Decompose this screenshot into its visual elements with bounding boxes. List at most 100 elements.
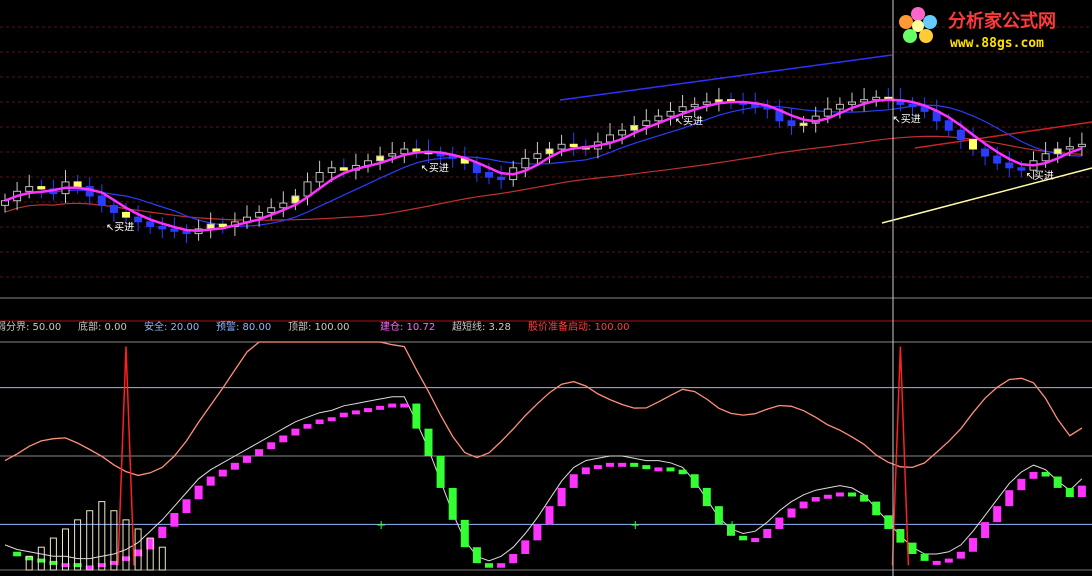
watermark-url: www.88gs.com (950, 36, 1044, 51)
oscillator-block (182, 499, 191, 513)
candle-body (799, 122, 808, 127)
oscillator-block (1053, 476, 1062, 488)
candle (448, 146, 457, 168)
candle-body (666, 110, 675, 117)
oscillator-block (315, 419, 324, 425)
candle-body (654, 115, 663, 122)
legend-item: 底部: 0.00 (78, 320, 127, 333)
buy-signal-label: ↖买进 (1026, 170, 1054, 182)
ma-long-line (4, 135, 1082, 221)
oscillator-block (497, 563, 506, 568)
oscillator-block (884, 515, 893, 529)
candle-body (327, 167, 336, 174)
candle-body (533, 153, 542, 159)
candle-body (787, 120, 796, 127)
candle (775, 99, 784, 128)
panel-separator (0, 297, 1092, 322)
volume-bar (86, 510, 94, 571)
candle (642, 109, 651, 135)
candle (472, 156, 481, 182)
candle-body (412, 148, 421, 152)
oscillator-block (751, 538, 760, 543)
watermark-title: 分析家公式网 (948, 10, 1056, 32)
oscillator-block (642, 465, 651, 470)
oscillator-block (739, 535, 748, 541)
oscillator-block (158, 526, 167, 539)
candle-body (497, 176, 506, 181)
oscillator-block (1029, 471, 1038, 479)
buy-signal-label: ↖买进 (106, 221, 134, 233)
candle-body (642, 120, 651, 127)
candle-body (255, 211, 264, 218)
legend-item: 建仓: 10.72 (380, 320, 435, 333)
candle-body (1053, 148, 1062, 155)
volume-bar (158, 546, 166, 571)
oscillator-block (1041, 471, 1050, 477)
oscillator-block (388, 403, 397, 408)
oscillator-block (690, 474, 699, 488)
candle-body (73, 181, 82, 188)
oscillator-block (993, 506, 1002, 523)
candle-body (1, 200, 9, 206)
trend-lines (559, 54, 1092, 224)
oscillator-block (412, 403, 421, 429)
oscillator-block (848, 492, 856, 497)
oscillator-block (1005, 490, 1014, 507)
candle (158, 217, 167, 239)
candle-body (981, 148, 990, 157)
oscillator-block (581, 467, 590, 475)
oscillator-block (279, 435, 288, 443)
green-marker: + (376, 518, 386, 532)
candle-body (485, 172, 493, 178)
candle-body (557, 143, 566, 150)
oscillator-block (448, 487, 457, 520)
candle-body (122, 211, 130, 218)
candle (279, 191, 288, 218)
candle (908, 97, 917, 117)
oscillator-block (351, 410, 360, 415)
candle (714, 87, 723, 112)
candle-body (1017, 167, 1026, 171)
candle-body (37, 186, 46, 190)
legend-item: 顶部: 100.00 (288, 320, 350, 333)
oscillator-block (206, 476, 215, 486)
oscillator-block (654, 467, 663, 472)
candle-body (872, 96, 881, 101)
candle (787, 109, 796, 135)
candle (412, 139, 421, 159)
candle (702, 92, 711, 112)
legend-item: 股价准备启动: 100.00 (528, 320, 630, 333)
candle (1, 193, 9, 213)
oscillator-block (267, 442, 276, 450)
candle (872, 90, 881, 107)
candle (436, 146, 445, 164)
flower-logo-icon (899, 7, 937, 43)
oscillator-block (1077, 485, 1086, 498)
stock-chart: ↖买进 ↖买进 ↖买进 ↖买进 ↖买进 弱分界: 50.00 底部: 0.00 安全: 20… (0, 0, 1092, 576)
oscillator-block (460, 519, 469, 548)
candlestick-series (1, 87, 1086, 243)
fast-line (4, 396, 1083, 562)
oscillator-block (436, 456, 445, 488)
candle-body (993, 155, 1002, 164)
candle (1077, 132, 1086, 157)
oscillator-block (593, 465, 602, 470)
candle-body (134, 216, 143, 223)
candle-body (218, 223, 227, 228)
candle-body (1041, 153, 1050, 162)
oscillator-block (920, 554, 929, 561)
legend-item: 安全: 20.00 (144, 320, 199, 333)
candle-body (848, 101, 856, 105)
candle-body (630, 125, 639, 131)
candle-body (1077, 143, 1086, 148)
candle-body (1065, 146, 1074, 150)
oscillator-block (666, 467, 675, 472)
oscillator-block (194, 485, 203, 500)
candle (206, 212, 215, 239)
watermark: 分析家公式网 www.88gs.com (899, 7, 1056, 51)
candle (25, 174, 34, 199)
candle-body (146, 221, 155, 228)
candle-body (860, 99, 869, 103)
candle-body (678, 106, 687, 112)
candle-body (279, 202, 288, 209)
